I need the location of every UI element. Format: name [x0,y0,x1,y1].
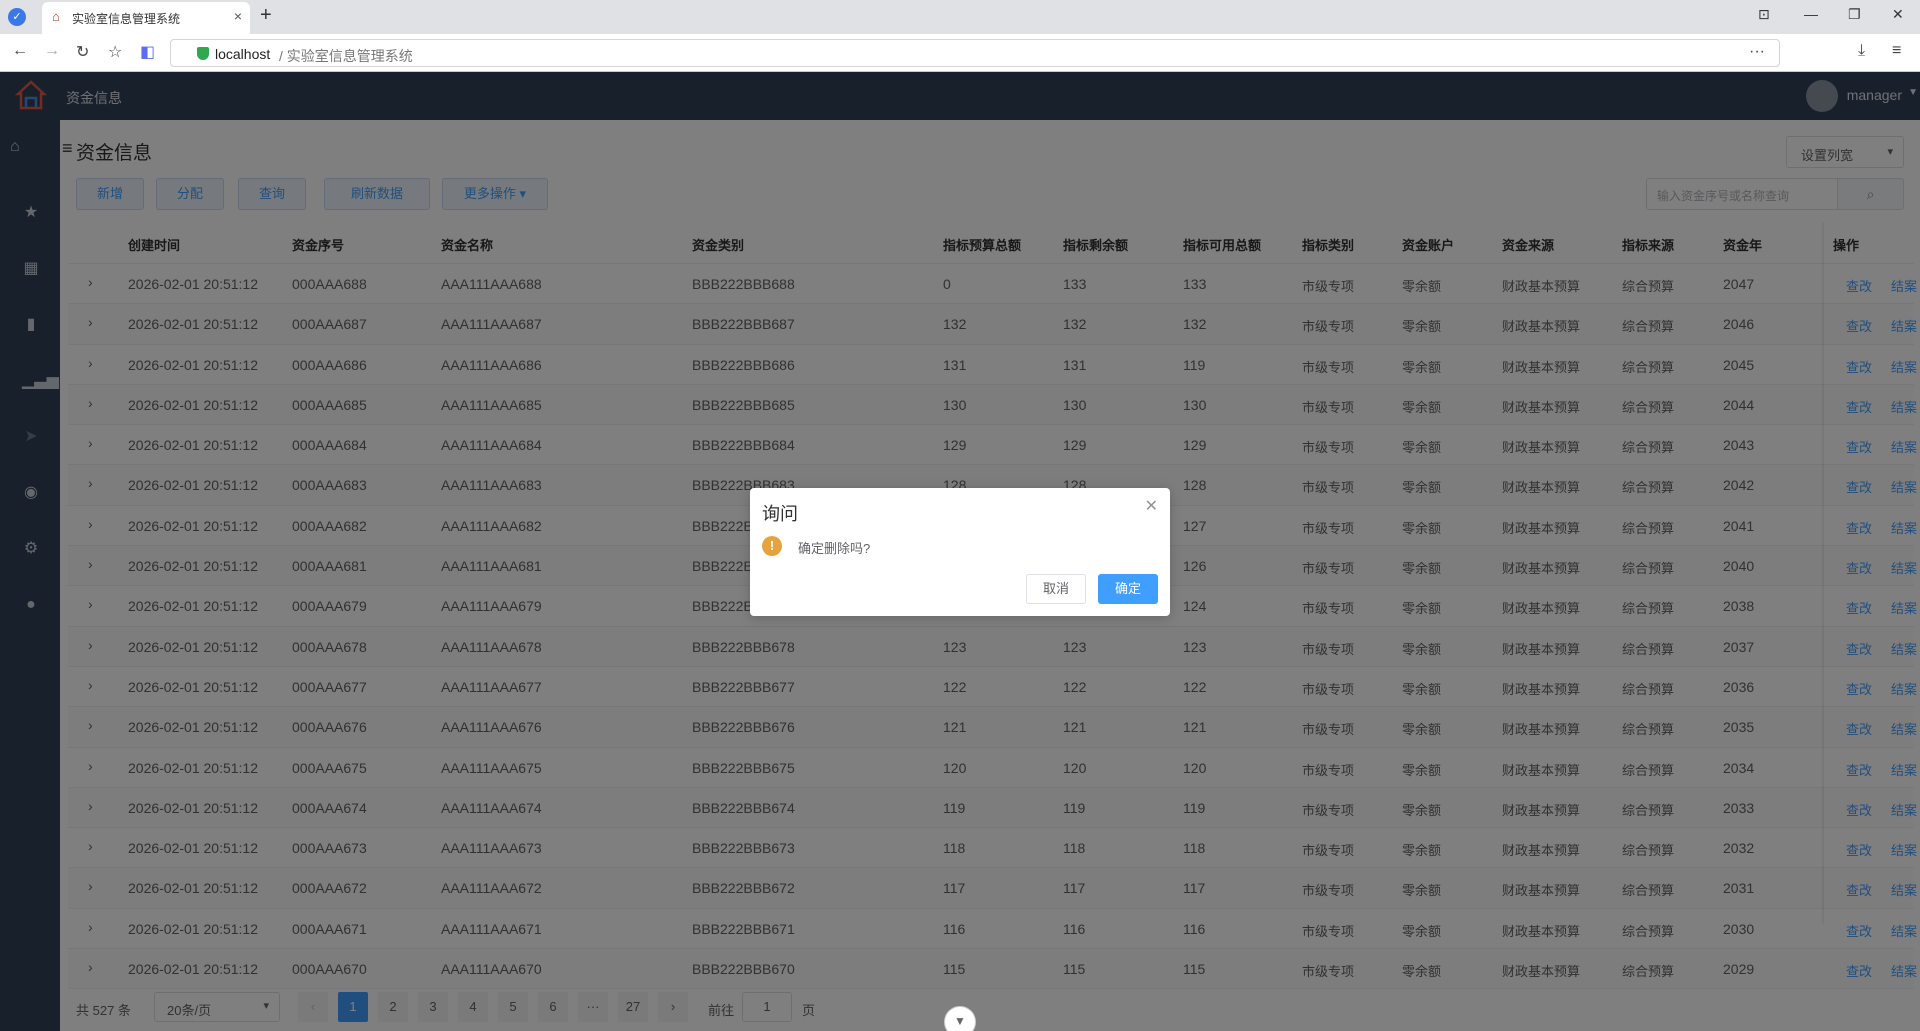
cancel-button[interactable]: 取消 [1026,574,1086,604]
download-icon[interactable]: ⤓ [1858,42,1865,60]
browser-tabbar: ✓ ⌂ 实验室信息管理系统 × + ⊡ — ❐ ✕ [0,0,1920,34]
more-dots-icon[interactable]: ··· [1749,43,1765,61]
browser-menu-icon[interactable]: ✓ [8,8,26,26]
bookmark-star-icon[interactable]: ☆ [108,42,122,62]
url-path: / 实验室信息管理系统 [279,48,413,64]
forward-icon[interactable]: → [44,42,60,60]
extension-icon[interactable]: ◧ [140,42,155,62]
scroll-down-icon[interactable]: ▼ [944,1006,976,1031]
address-bar: ← → ↻ ☆ ◧ localhost / 实验室信息管理系统 ··· ⤓ ≡ [0,34,1920,72]
secure-shield-icon [197,47,209,60]
url-host: localhost [215,46,271,62]
warning-icon: ! [762,536,782,556]
close-window-icon[interactable]: ✕ [1892,6,1904,23]
dialog-message: 确定删除吗? [798,541,871,556]
close-icon[interactable]: ✕ [1145,496,1158,516]
house-icon: ⌂ [52,9,60,24]
reload-icon[interactable]: ↻ [76,42,89,62]
confirm-button[interactable]: 确定 [1098,574,1158,604]
dialog-title: 询问 [762,504,798,524]
restore-icon[interactable]: ❐ [1848,6,1861,23]
tab-title: 实验室信息管理系统 [72,12,181,26]
close-tab-icon[interactable]: × [234,8,242,24]
browser-menu-icon[interactable]: ≡ [1892,42,1901,60]
back-icon[interactable]: ← [12,42,28,60]
pin-icon[interactable]: ⊡ [1758,6,1770,23]
minimize-icon[interactable]: — [1804,6,1818,22]
confirm-dialog: 询问 ✕ ! 确定删除吗? 取消 确定 [750,488,1170,616]
browser-tab[interactable]: ⌂ 实验室信息管理系统 × [42,2,250,34]
new-tab-button[interactable]: + [260,4,272,27]
url-field[interactable]: localhost / 实验室信息管理系统 ··· [170,39,1780,67]
